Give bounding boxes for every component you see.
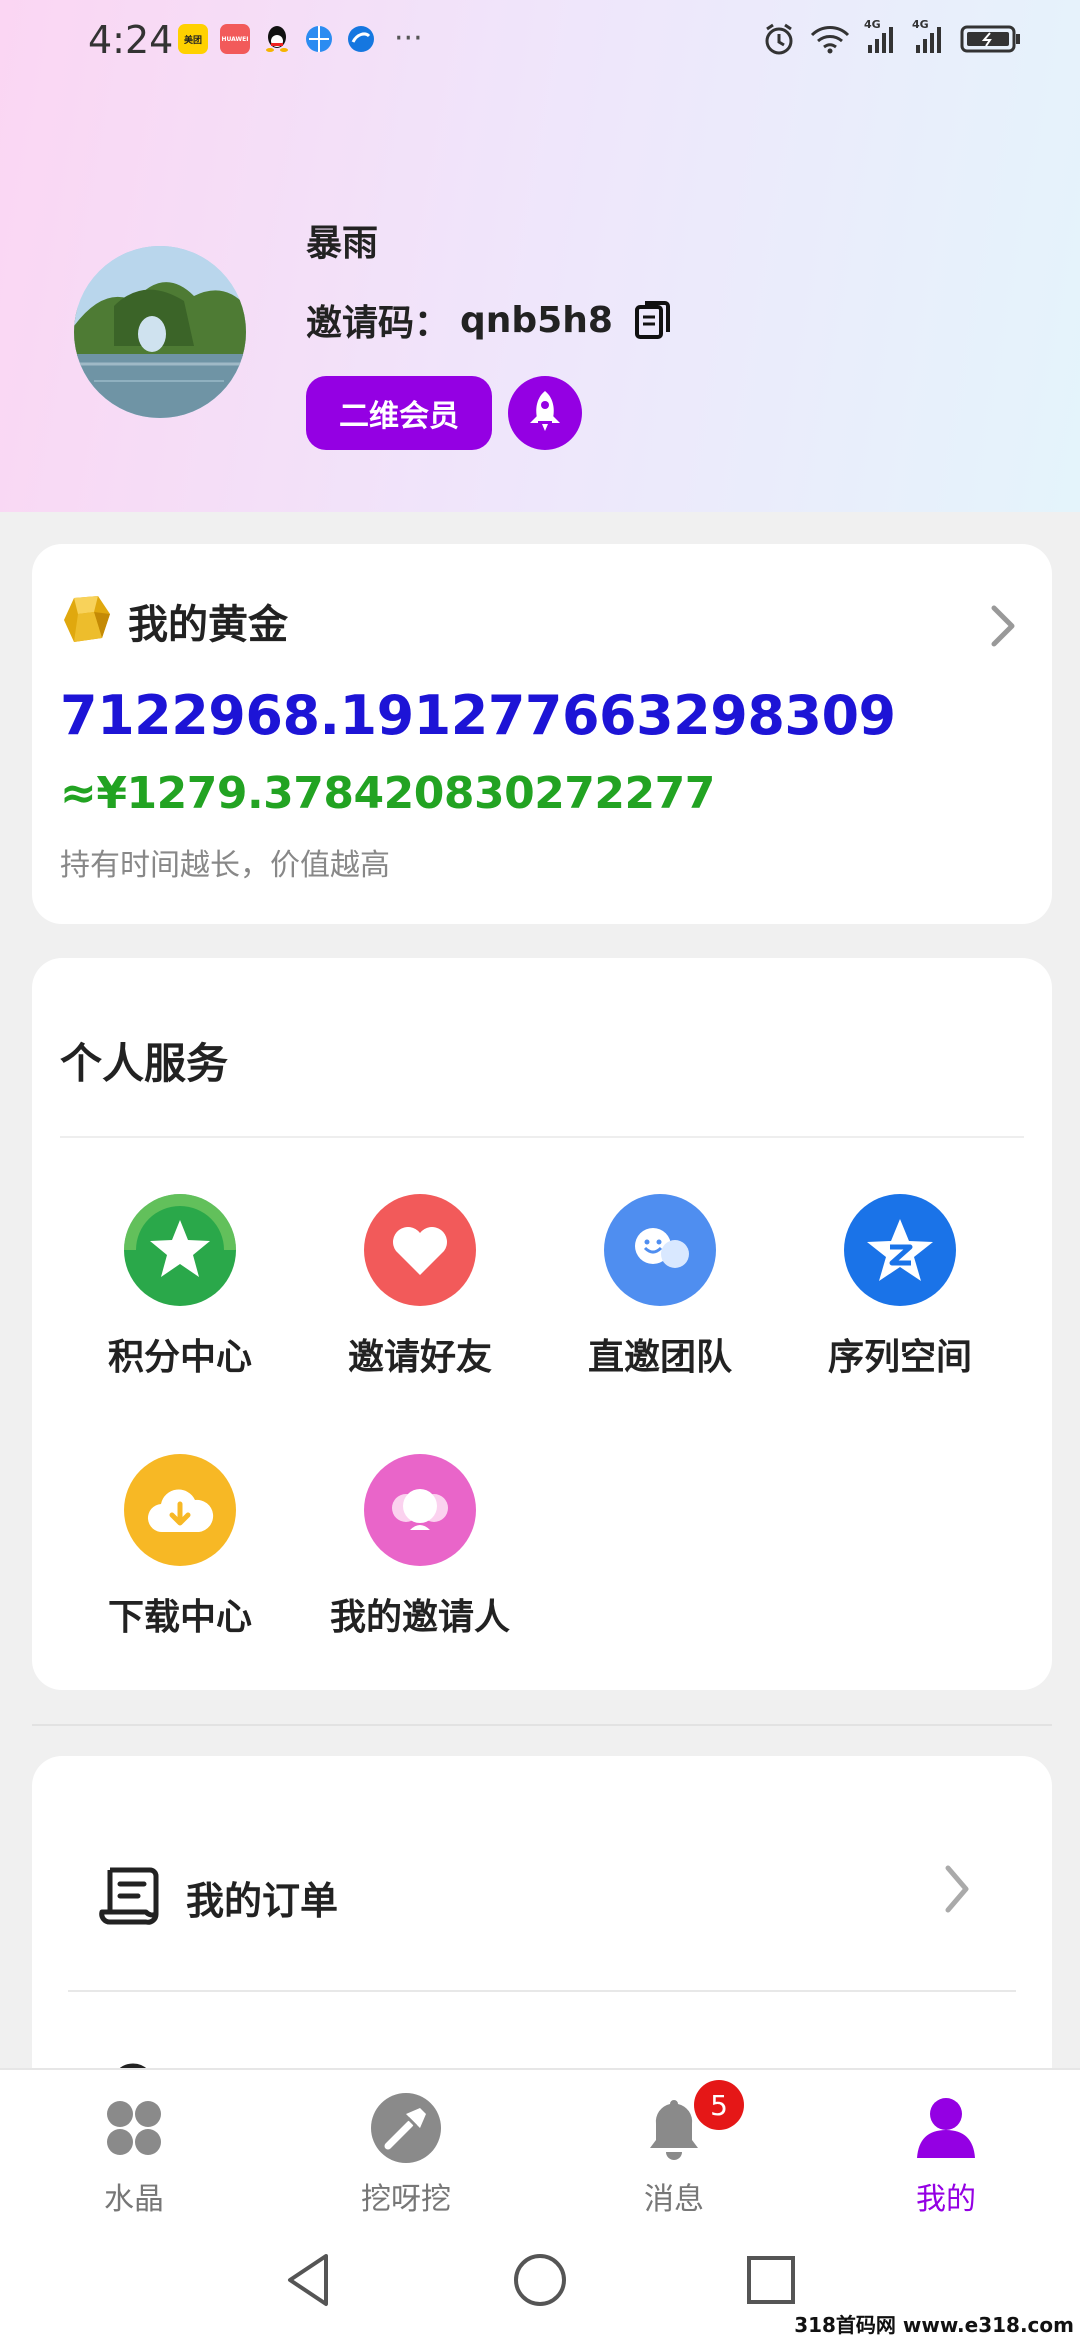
copy-icon[interactable] (633, 299, 673, 341)
rocket-icon (525, 389, 565, 437)
service-my-inviter[interactable]: 我的邀请人 (310, 1454, 530, 1640)
signal-2-icon: 4G (912, 18, 946, 56)
wifi-icon (810, 22, 850, 56)
tab-label: 消息 (644, 2182, 704, 2217)
signal-1-icon: 4G (864, 18, 898, 56)
recents-icon[interactable] (744, 2250, 798, 2314)
heart-icon (364, 1194, 476, 1306)
service-label: 序列空间 (827, 1337, 972, 1378)
tab-label: 我的 (916, 2182, 976, 2217)
status-time: 4:24 (88, 18, 174, 62)
tab-mine[interactable]: 我的 (866, 2094, 1026, 2218)
gold-title: 我的黄金 (128, 602, 288, 648)
status-app-icons: 美团 HUAWEI ··· (178, 24, 423, 54)
my-orders-row[interactable]: 我的订单 (98, 1862, 338, 1932)
service-label: 直邀团队 (587, 1337, 732, 1378)
gold-title-row: 我的黄金 (60, 592, 288, 650)
order-list-icon (98, 1862, 164, 1932)
browser-icon (304, 24, 334, 54)
watermark: 318首码网 www.e318.com (794, 2313, 1074, 2337)
tab-dig[interactable]: 挖呀挖 (326, 2093, 486, 2218)
invite-code-value: qnb5h8 (460, 299, 613, 341)
qzone-star-icon (844, 1194, 956, 1306)
meituan-icon: 美团 (178, 24, 208, 54)
service-download-center[interactable]: 下载中心 (70, 1454, 290, 1640)
browser2-icon (346, 24, 376, 54)
service-points-center[interactable]: 积分中心 (70, 1194, 290, 1380)
invite-code-label: 邀请码： (306, 303, 451, 344)
chevron-right-icon[interactable] (942, 1864, 972, 1918)
more-notifications-icon: ··· (394, 21, 423, 56)
tab-crystal[interactable]: 水晶 (54, 2094, 214, 2218)
gold-nugget-icon (60, 592, 114, 650)
divider (60, 1136, 1024, 1138)
tab-messages[interactable]: 5 消息 (594, 2080, 754, 2218)
back-icon[interactable] (282, 2250, 334, 2314)
my-orders-label: 我的订单 (186, 1878, 339, 1923)
huawei-icon: HUAWEI (220, 24, 250, 54)
service-label: 邀请好友 (347, 1337, 492, 1378)
home-icon[interactable] (512, 2250, 568, 2314)
divider (32, 1724, 1052, 1726)
rocket-button[interactable] (508, 376, 582, 450)
username: 暴雨 (306, 223, 379, 264)
gold-amount: 7122968.191277663298309 (60, 684, 896, 747)
qq-icon (262, 24, 292, 54)
shovel-icon (326, 2093, 486, 2163)
service-sequence-space[interactable]: 序列空间 (790, 1194, 1010, 1380)
bell-icon: 5 (594, 2080, 754, 2162)
battery-icon (960, 22, 1022, 56)
gold-note: 持有时间越长，价值越高 (60, 848, 390, 883)
status-bar: 4:24 美团 HUAWEI ··· 4G 4G (0, 0, 1080, 80)
divider (68, 1990, 1016, 1992)
cloud-download-icon (124, 1454, 236, 1566)
services-card: 个人服务 积分中心 邀请好友 直邀团队 序列空间 下载中心 我的邀请人 (32, 958, 1052, 1690)
invite-code-row: 邀请码： qnb5h8 (306, 294, 673, 346)
unread-badge: 5 (694, 2080, 744, 2130)
service-label: 我的邀请人 (329, 1597, 510, 1638)
service-label: 积分中心 (107, 1337, 252, 1378)
clover-icon (54, 2094, 214, 2162)
gold-card[interactable]: 我的黄金 7122968.191277663298309 ≈¥1279.3784… (32, 544, 1052, 924)
member-level-button[interactable]: 二维会员 (306, 376, 492, 450)
gold-cny-value: ≈¥1279.378420830272277 (60, 768, 715, 819)
chevron-right-icon[interactable] (988, 604, 1018, 652)
inviter-icon (364, 1454, 476, 1566)
profile-header: 4:24 美团 HUAWEI ··· 4G 4G 暴雨 邀请码： qnb5h8 … (0, 0, 1080, 512)
team-icon (604, 1194, 716, 1306)
service-invite-friends[interactable]: 邀请好友 (310, 1194, 530, 1380)
tab-label: 水晶 (104, 2182, 164, 2217)
status-indicators: 4G 4G (762, 18, 1022, 56)
service-direct-team[interactable]: 直邀团队 (550, 1194, 770, 1380)
star-icon (124, 1194, 236, 1306)
service-label: 下载中心 (107, 1597, 252, 1638)
person-icon (866, 2094, 1026, 2162)
alarm-icon (762, 22, 796, 56)
avatar[interactable] (74, 246, 246, 418)
services-title: 个人服务 (60, 1039, 229, 1088)
tab-label: 挖呀挖 (361, 2182, 451, 2217)
